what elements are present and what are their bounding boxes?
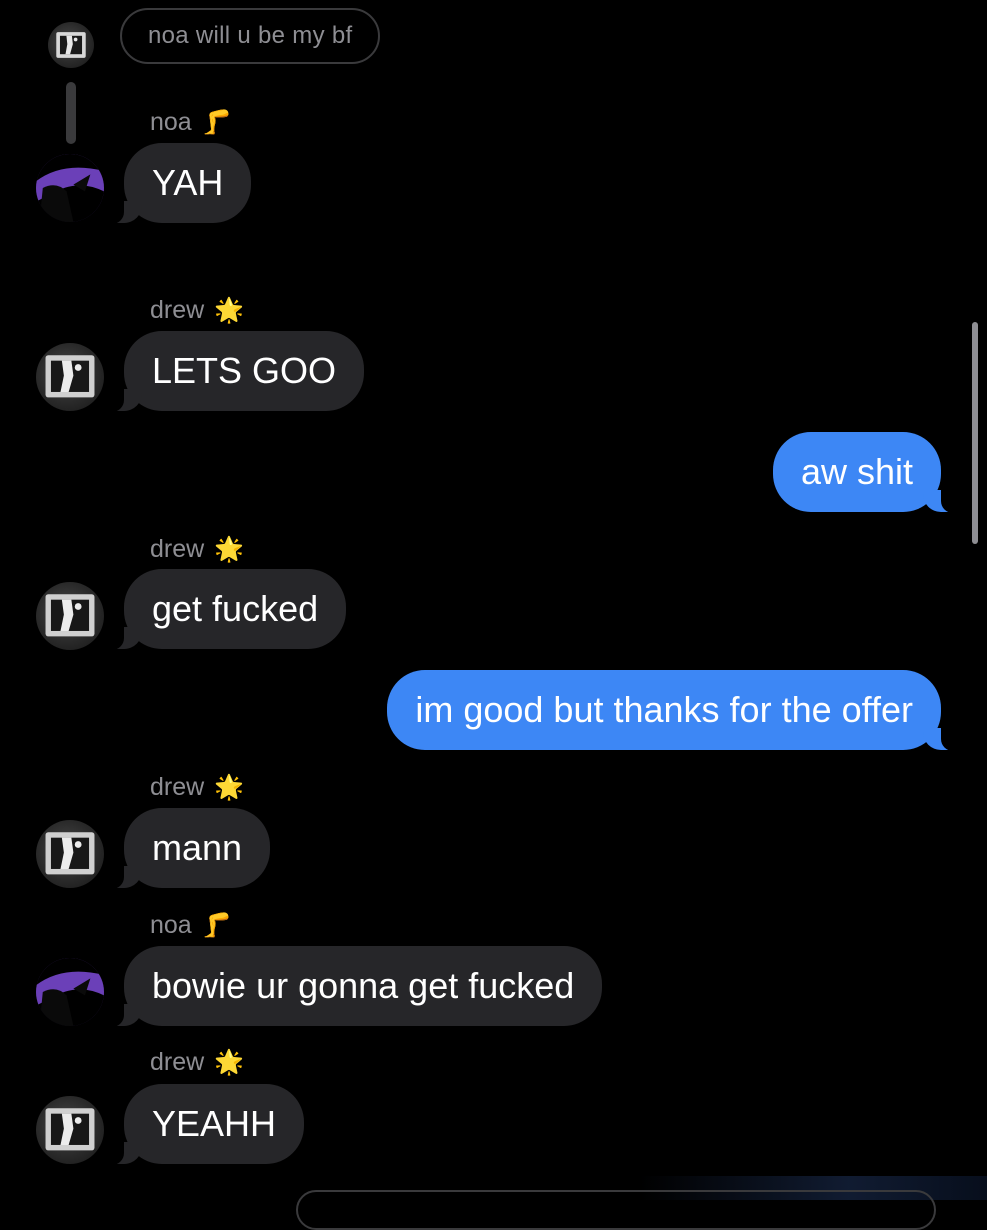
person-silhouette-avatar-icon (45, 1108, 95, 1151)
reply-quoted-message[interactable]: noa will u be my bf (120, 8, 381, 64)
sender-name: drew (150, 535, 205, 563)
sender-name: noa (150, 108, 192, 136)
noa-avatar[interactable] (36, 958, 104, 1026)
message-bubble-incoming[interactable]: LETS GOO (105, 331, 365, 412)
message-text: mann (152, 827, 243, 868)
message-text: YEAHH (152, 1103, 277, 1144)
message-thread: noa will u be my bf noa 🦵 YAH drew 🌟 LET… (0, 0, 987, 1230)
message-bubble-incoming[interactable]: YAH (105, 143, 252, 224)
message-input-field[interactable] (296, 1190, 936, 1230)
drew-avatar[interactable] (36, 1096, 104, 1164)
sender-label: drew 🌟 (150, 296, 244, 325)
sender-label: drew 🌟 (150, 535, 244, 564)
sender-name: drew (150, 296, 205, 324)
sender-label: noa 🦵 (150, 108, 232, 137)
person-silhouette-avatar-icon (45, 832, 95, 875)
drew-avatar[interactable] (36, 820, 104, 888)
message-bubble-incoming[interactable]: YEAHH (105, 1084, 305, 1165)
sender-label: drew 🌟 (150, 773, 244, 802)
message-bubble-outgoing[interactable]: im good but thanks for the offer (387, 670, 959, 751)
message-text: bowie ur gonna get fucked (152, 965, 575, 1006)
sender-label: noa 🦵 (150, 911, 232, 940)
leg-emoji-icon: 🦵 (201, 108, 232, 136)
star-emoji-icon: 🌟 (214, 535, 245, 563)
drew-avatar-small[interactable] (48, 22, 94, 68)
sender-name: noa (150, 911, 192, 939)
message-text: im good but thanks for the offer (415, 689, 913, 730)
noa-avatar[interactable] (36, 154, 104, 222)
star-emoji-icon: 🌟 (214, 1048, 245, 1076)
scrollbar[interactable] (972, 322, 978, 544)
message-text: get fucked (152, 588, 319, 629)
purple-silhouette-avatar-icon (36, 958, 104, 1026)
message-text: LETS GOO (152, 350, 337, 391)
message-bubble-outgoing[interactable]: aw shit (772, 432, 960, 513)
star-emoji-icon: 🌟 (214, 773, 245, 801)
sender-name: drew (150, 1048, 205, 1076)
person-silhouette-avatar-icon (45, 594, 95, 637)
message-bubble-incoming[interactable]: mann (105, 808, 271, 889)
sender-name: drew (150, 773, 205, 801)
leg-emoji-icon: 🦵 (201, 911, 232, 939)
person-silhouette-avatar-icon (45, 355, 95, 398)
message-bubble-incoming[interactable]: bowie ur gonna get fucked (105, 946, 603, 1027)
sender-label: drew 🌟 (150, 1048, 244, 1077)
drew-avatar[interactable] (36, 582, 104, 650)
message-text: YAH (152, 162, 224, 203)
purple-silhouette-avatar-icon (36, 154, 104, 222)
person-silhouette-avatar-icon (56, 32, 86, 58)
star-emoji-icon: 🌟 (214, 296, 245, 324)
reply-thread-line (66, 82, 76, 144)
reply-quoted-text: noa will u be my bf (148, 22, 353, 49)
drew-avatar[interactable] (36, 343, 104, 411)
message-bubble-incoming[interactable]: get fucked (105, 569, 347, 650)
message-text: aw shit (800, 451, 913, 492)
